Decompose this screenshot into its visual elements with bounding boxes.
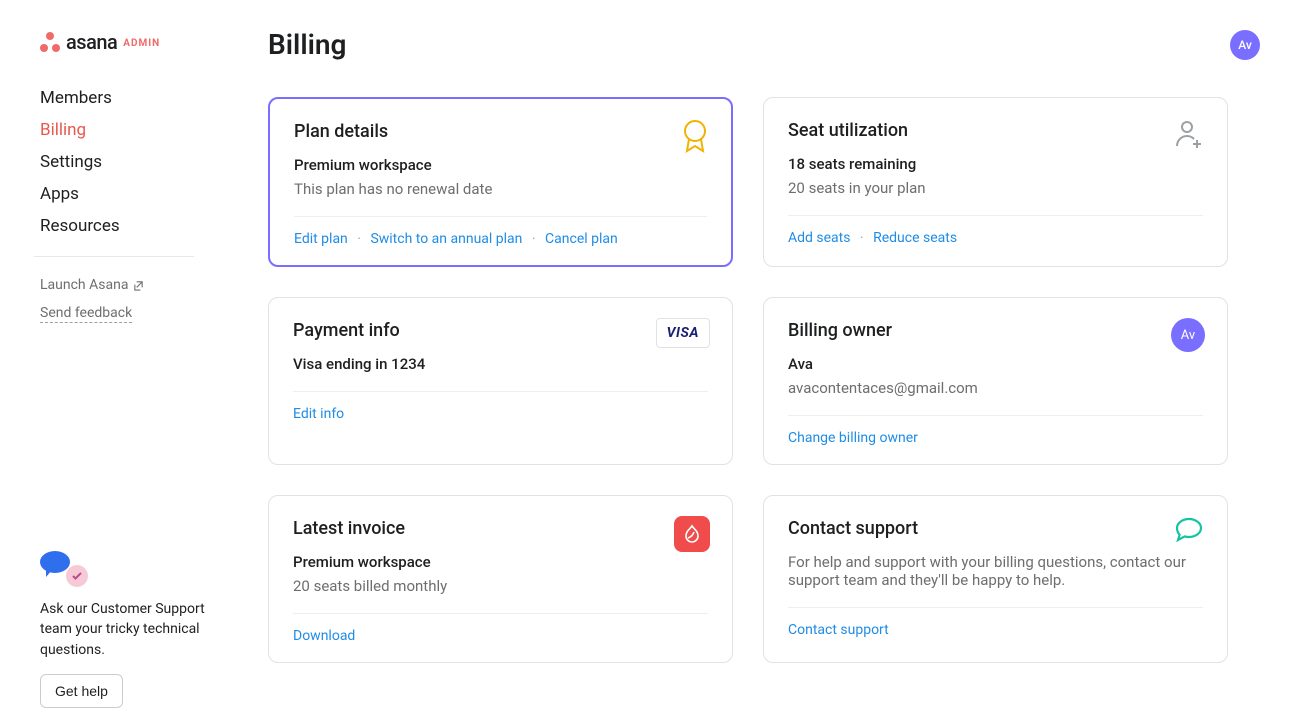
card-last4: Visa ending in 1234 [293,355,708,373]
separator: · [860,230,864,246]
add-seats-link[interactable]: Add seats [788,230,850,246]
divider [34,256,194,257]
sidebar-support: Ask our Customer Support team your trick… [40,551,240,708]
switch-annual-link[interactable]: Switch to an annual plan [370,231,522,247]
brand-suffix: ADMIN [123,38,160,49]
plan-renewal: This plan has no renewal date [294,180,707,198]
card-title: Billing owner [788,320,1203,341]
send-feedback-link[interactable]: Send feedback [40,299,132,323]
owner-avatar: Av [1171,318,1205,352]
reduce-seats-link[interactable]: Reduce seats [873,230,957,246]
sidebar: asana ADMIN Members Billing Settings App… [0,0,240,728]
edit-plan-link[interactable]: Edit plan [294,231,348,247]
sidebar-item-members[interactable]: Members [40,82,240,114]
support-illustration-icon [40,551,88,587]
latest-invoice-card: Latest invoice Premium workspace 20 seat… [268,495,733,663]
card-title: Contact support [788,518,1203,539]
add-user-icon [1173,118,1205,154]
owner-name: Ava [788,355,1203,373]
edit-payment-link[interactable]: Edit info [293,406,344,422]
launch-asana-label: Launch Asana [40,277,128,293]
chat-bubble-icon [1173,516,1205,548]
asana-logo-icon [40,32,60,52]
invoice-seats: 20 seats billed monthly [293,577,708,595]
brand-name: asana [66,30,117,54]
sidebar-item-billing[interactable]: Billing [40,114,240,146]
payment-info-card: VISA Payment info Visa ending in 1234 Ed… [268,297,733,465]
seats-remaining: 18 seats remaining [788,155,1203,173]
plan-name: Premium workspace [294,156,707,174]
ribbon-icon [681,119,709,157]
get-help-button[interactable]: Get help [40,674,123,708]
logo[interactable]: asana ADMIN [40,30,240,54]
topbar: Billing Av [268,28,1260,61]
seats-total: 20 seats in your plan [788,179,1203,197]
card-title: Payment info [293,320,708,341]
contact-support-link[interactable]: Contact support [788,622,889,638]
card-title: Seat utilization [788,120,1203,141]
card-title: Latest invoice [293,518,708,539]
card-title: Plan details [294,121,707,142]
contact-support-card: Contact support For help and support wit… [763,495,1228,663]
sidebar-item-apps[interactable]: Apps [40,178,240,210]
user-avatar[interactable]: Av [1230,30,1260,60]
launch-asana-link[interactable]: Launch Asana [40,271,144,299]
separator: · [532,231,536,247]
download-invoice-link[interactable]: Download [293,628,355,644]
pdf-icon [674,516,710,552]
sidebar-item-resources[interactable]: Resources [40,210,240,242]
visa-badge: VISA [656,318,710,348]
cancel-plan-link[interactable]: Cancel plan [545,231,618,247]
main: Billing Av Plan details Premium workspac… [240,0,1300,728]
sidebar-item-settings[interactable]: Settings [40,146,240,178]
seat-utilization-card: Seat utilization 18 seats remaining 20 s… [763,97,1228,267]
page-title: Billing [268,28,346,61]
plan-details-card: Plan details Premium workspace This plan… [268,97,733,267]
billing-owner-card: Av Billing owner Ava avacontentaces@gmai… [763,297,1228,465]
separator: · [357,231,361,247]
support-description: For help and support with your billing q… [788,553,1203,589]
invoice-plan: Premium workspace [293,553,708,571]
change-owner-link[interactable]: Change billing owner [788,430,918,446]
owner-email: avacontentaces@gmail.com [788,379,1203,397]
support-text: Ask our Customer Support team your trick… [40,599,216,660]
cards-grid: Plan details Premium workspace This plan… [268,97,1228,663]
external-link-icon [133,280,144,291]
